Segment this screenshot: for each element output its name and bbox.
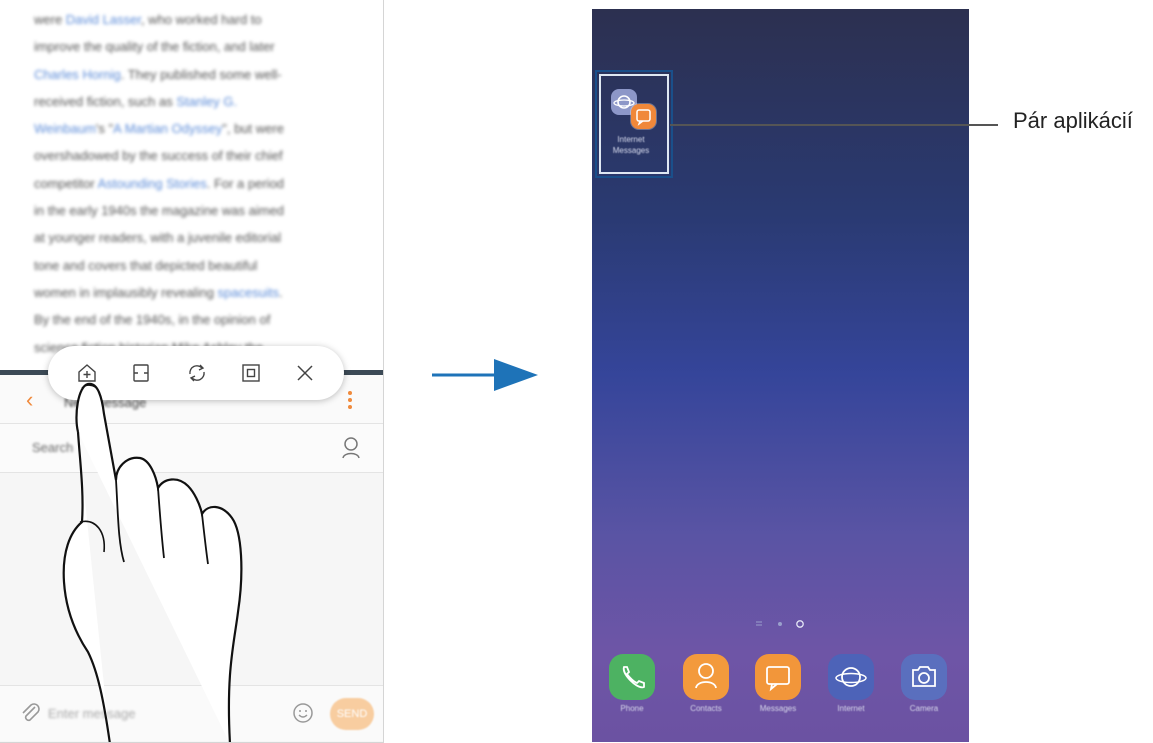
article-text-run: competitor — [34, 175, 98, 191]
left-phone-screen: were David Lasser, who worked hard to imp… — [0, 0, 384, 743]
article-text: were David Lasser, who worked hard to imp… — [34, 6, 369, 361]
article-link[interactable]: Stanley G. — [176, 94, 237, 109]
pointing-hand-illustration — [62, 382, 243, 742]
article-link[interactable]: Charles Hornig — [34, 67, 121, 82]
article-text-run: . — [278, 284, 283, 300]
article-text-run: at younger readers, with a juvenile edit… — [34, 230, 282, 246]
dock-app-contacts[interactable]: Contacts — [683, 654, 729, 713]
article-text-run: overshadowed by the success of their chi… — [34, 148, 283, 164]
article-line: Charles Hornig. They published some well… — [34, 61, 369, 88]
dock-app-phone[interactable]: Phone — [609, 654, 655, 713]
more-options-icon[interactable] — [348, 391, 352, 411]
camera-icon — [901, 654, 947, 700]
page-indicator — [756, 620, 804, 628]
dock-app-camera[interactable]: Camera — [901, 654, 947, 713]
article-text-run: improve the quality of the fiction, and … — [34, 39, 275, 55]
article-link[interactable]: spacesuits — [218, 285, 279, 300]
article-text-run: in the early 1940s the magazine was aime… — [34, 203, 285, 219]
article-line: overshadowed by the success of their chi… — [34, 142, 369, 169]
app-pair-messages-icon[interactable] — [631, 104, 656, 129]
dock-app-label: Camera — [909, 704, 939, 713]
article-text-run: were — [34, 12, 66, 27]
paperclip-icon[interactable] — [20, 702, 42, 729]
dock-app-internet[interactable]: Internet — [828, 654, 874, 713]
messages-icon — [755, 654, 801, 700]
article-link[interactable]: David Lasser — [66, 12, 141, 27]
article-line: in the early 1940s the magazine was aime… — [34, 197, 369, 224]
article-link[interactable]: A Martian Odyssey — [113, 121, 222, 136]
article-line: competitor Astounding Stories. For a per… — [34, 170, 369, 197]
close-icon[interactable] — [294, 362, 316, 384]
article-text-run: 's " — [95, 121, 114, 137]
internet-icon — [828, 654, 874, 700]
article-line: women in implausibly revealing spacesuit… — [34, 279, 369, 306]
article-text-run: By the end of the 1940s, in the opinion … — [34, 312, 271, 328]
app-pair-label-line2: Messages — [612, 146, 650, 155]
phone-icon — [609, 654, 655, 700]
dock-app-label: Messages — [759, 704, 797, 713]
dock-app-label: Internet — [837, 704, 865, 713]
dock-app-messages[interactable]: Messages — [755, 654, 801, 713]
article-text-run: . For a period — [206, 175, 285, 191]
dock-app-label: Phone — [620, 704, 644, 713]
app-pair-label-line1: Internet — [617, 135, 645, 144]
emoji-icon[interactable] — [292, 702, 314, 729]
article-text-run: , who worked hard to — [140, 12, 262, 27]
send-button[interactable]: SEND — [330, 698, 374, 730]
article-text-run: received fiction, such as — [34, 93, 177, 109]
callout-label: Pár aplikácií — [1013, 108, 1133, 133]
app-pair-label: Internet Messages — [596, 134, 666, 156]
article-link[interactable]: Weinbaum — [34, 121, 96, 136]
article-line: Weinbaum's "A Martian Odyssey", but were — [34, 115, 369, 142]
contacts-icon — [683, 654, 729, 700]
contact-icon[interactable] — [340, 436, 362, 465]
transition-arrow-icon — [432, 359, 538, 391]
article-line: By the end of the 1940s, in the opinion … — [34, 306, 369, 333]
article-line: at younger readers, with a juvenile edit… — [34, 224, 369, 251]
article-line: improve the quality of the fiction, and … — [34, 33, 369, 60]
article-link[interactable]: Astounding Stories — [98, 176, 207, 191]
back-arrow-icon[interactable]: ‹ — [26, 389, 33, 411]
article-text-run: ", but were — [222, 121, 284, 137]
callout-line — [670, 124, 998, 126]
article-text-run: . They published some well- — [120, 66, 282, 82]
article-line: were David Lasser, who worked hard to — [34, 6, 369, 33]
article-line: tone and covers that depicted beautiful — [34, 252, 369, 279]
article-line: received fiction, such as Stanley G. — [34, 88, 369, 115]
article-text-run: women in implausibly revealing — [34, 284, 218, 300]
dock-app-label: Contacts — [690, 704, 722, 713]
home-screen: Internet Messages Phone Contacts Messages I… — [592, 9, 969, 742]
article-text-run: tone and covers that depicted beautiful — [34, 257, 258, 273]
